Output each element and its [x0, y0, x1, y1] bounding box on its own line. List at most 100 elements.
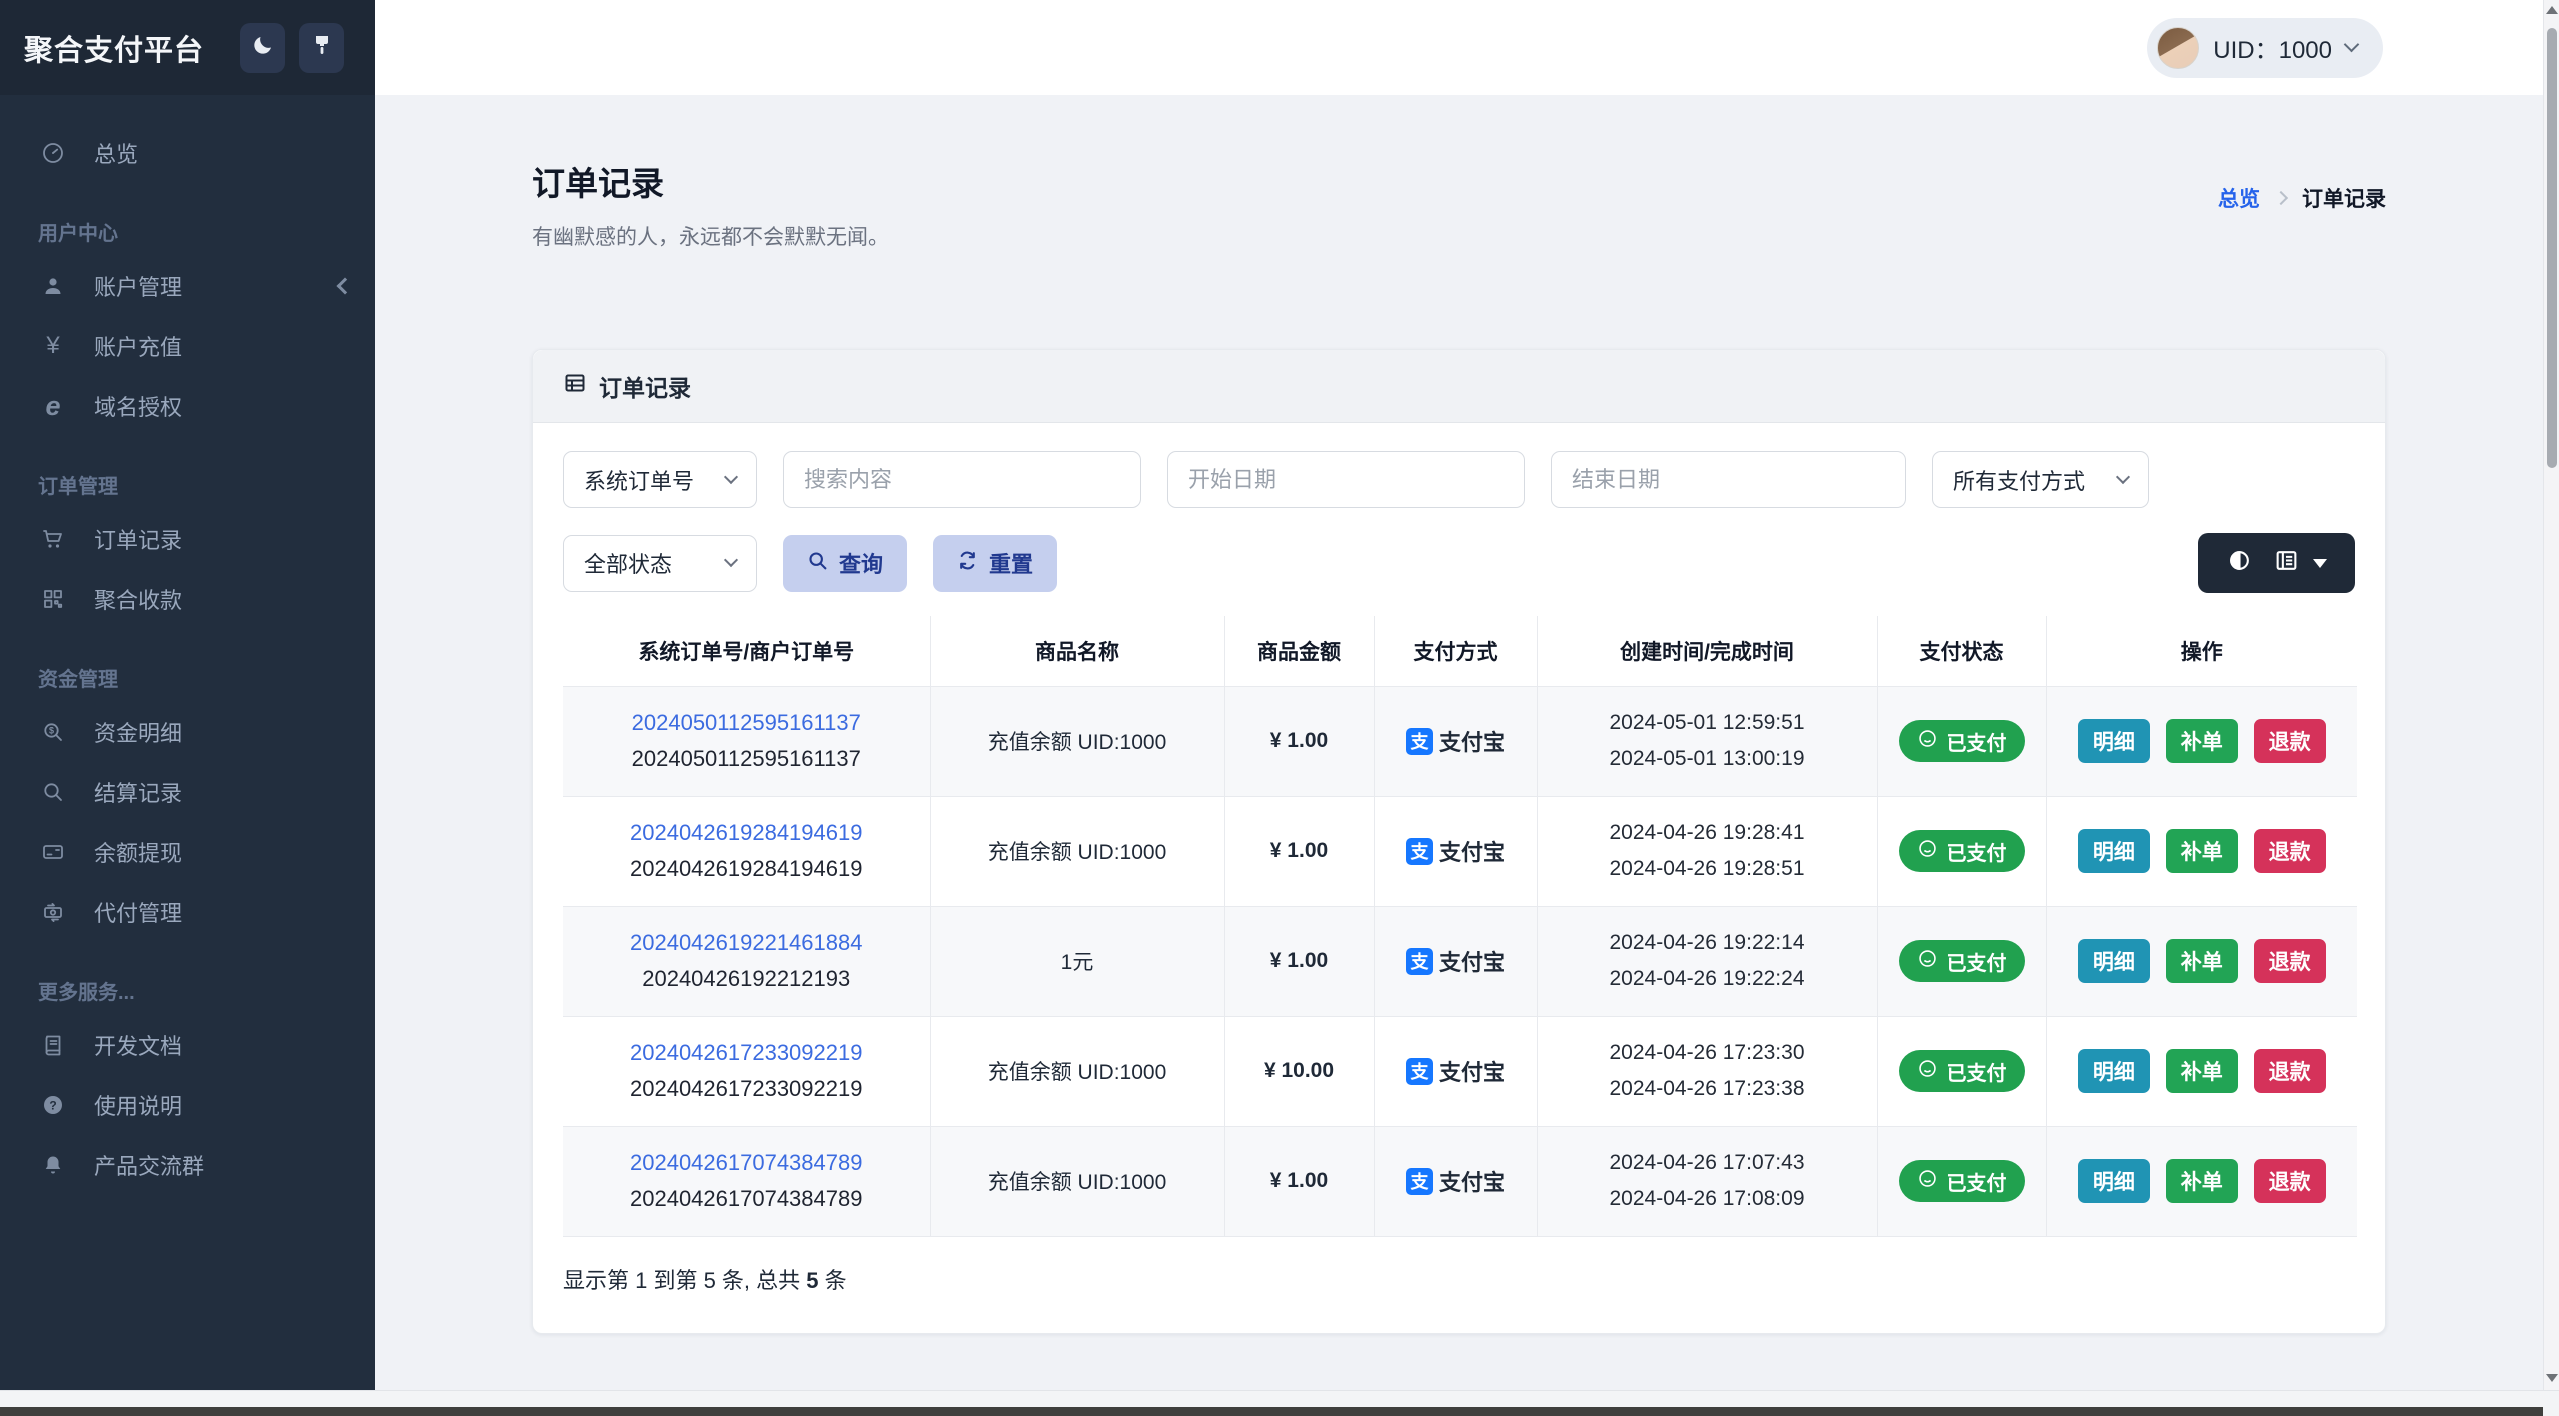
alipay-icon: 支	[1405, 1057, 1433, 1085]
horizontal-scroll-thumb[interactable]	[0, 1407, 2543, 1416]
sidebar-item-label: 域名授权	[94, 395, 183, 420]
status-label: 已支付	[1946, 732, 2007, 755]
sidebar-section-more-services: 更多服务...	[38, 982, 135, 1004]
status-label: 已支付	[1946, 1062, 2007, 1085]
sidebar-item-label: 产品交流群	[94, 1154, 205, 1179]
sidebar-section-user-center: 用户中心	[38, 223, 118, 245]
refund-button[interactable]: 退款	[2253, 1159, 2326, 1203]
replenish-button[interactable]: 补单	[2165, 719, 2238, 763]
user-menu[interactable]: UID：1000	[2147, 17, 2383, 78]
sidebar-item-usage-guide[interactable]: ? 使用说明	[0, 1083, 375, 1127]
sidebar-item-label: 开发文档	[94, 1034, 183, 1059]
sidebar-item-label: 使用说明	[94, 1094, 183, 1119]
vertical-scrollbar[interactable]	[2543, 0, 2559, 1390]
table-view-controls[interactable]	[2198, 533, 2355, 593]
detail-button[interactable]: 明细	[2077, 939, 2150, 983]
system-order-link[interactable]: 2024042619284194619	[573, 820, 920, 846]
sidebar-section-fund-manage: 资金管理	[38, 669, 118, 691]
refund-button[interactable]: 退款	[2253, 1049, 2326, 1093]
system-order-link[interactable]: 2024042617074384789	[573, 1150, 920, 1176]
merchant-order-no: 2024042619284194619	[630, 856, 863, 881]
scroll-up-arrow-icon[interactable]	[2546, 6, 2558, 14]
refund-button[interactable]: 退款	[2253, 939, 2326, 983]
chevron-right-icon	[2273, 190, 2289, 206]
alipay-icon: 支	[1405, 837, 1433, 865]
replenish-button[interactable]: 补单	[2165, 939, 2238, 983]
filter-row-2: 全部状态 查询 重置	[563, 533, 2355, 593]
column-list-icon	[2274, 548, 2299, 578]
completed-time: 2024-04-26 19:28:51	[1609, 857, 1805, 880]
query-button[interactable]: 查询	[783, 534, 908, 592]
sidebar-item-overview[interactable]: 总览	[0, 131, 375, 175]
brush-icon	[310, 33, 334, 62]
search-type-select[interactable]: 系统订单号	[563, 451, 757, 508]
scroll-down-arrow-icon[interactable]	[2546, 1374, 2558, 1382]
pay-method-label: 支付宝	[1438, 840, 1505, 865]
search-input[interactable]	[783, 451, 1141, 508]
sidebar-item-label: 余额提现	[94, 841, 183, 866]
replenish-button[interactable]: 补单	[2165, 829, 2238, 873]
chevron-down-icon	[2115, 469, 2131, 484]
pagination-summary: 显示第 1 到第 5 条, 总共 5 条	[563, 1267, 847, 1293]
search-icon	[807, 550, 828, 577]
sidebar-item-domain-auth[interactable]: e 域名授权	[0, 384, 375, 428]
status-label: 已支付	[1946, 952, 2007, 975]
vertical-scroll-thumb[interactable]	[2547, 28, 2557, 468]
completed-time: 2024-04-26 19:22:24	[1609, 967, 1805, 990]
detail-button[interactable]: 明细	[2077, 829, 2150, 873]
merchant-order-no: 2024042617074384789	[630, 1186, 863, 1211]
table-row: 2024050112595161137 2024050112595161137 …	[563, 686, 2357, 797]
sidebar-item-label: 账户充值	[94, 335, 183, 360]
smiley-icon	[1917, 728, 1938, 755]
sidebar-item-fund-details[interactable]: $ 资金明细	[0, 710, 375, 754]
breadcrumb-home-link[interactable]: 总览	[2218, 183, 2260, 213]
detail-button[interactable]: 明细	[2077, 1049, 2150, 1093]
product-name: 充值余额 UID:1000	[929, 1126, 1224, 1237]
horizontal-scrollbar[interactable]	[0, 1390, 2559, 1416]
created-time: 2024-05-01 12:59:51	[1609, 711, 1805, 735]
start-date-input[interactable]	[1167, 451, 1525, 508]
refund-button[interactable]: 退款	[2253, 719, 2326, 763]
table-body: 2024050112595161137 2024050112595161137 …	[563, 686, 2357, 1237]
status-badge: 已支付	[1898, 830, 2025, 872]
page-title: 订单记录	[532, 165, 664, 202]
theme-skin-button[interactable]	[299, 22, 345, 73]
col-header-pay-method: 支付方式	[1373, 616, 1537, 687]
col-header-actions: 操作	[2045, 616, 2357, 687]
sidebar-item-payout-manage[interactable]: 代付管理	[0, 890, 375, 934]
detail-button[interactable]: 明细	[2077, 1159, 2150, 1203]
chevron-down-icon	[723, 552, 739, 568]
system-order-link[interactable]: 2024042617233092219	[573, 1040, 920, 1066]
reset-button[interactable]: 重置	[933, 534, 1058, 592]
search-type-value: 系统订单号	[584, 468, 695, 494]
sidebar-item-account-recharge[interactable]: ¥ 账户充值	[0, 324, 375, 368]
money-transfer-icon	[38, 899, 68, 925]
status-value: 全部状态	[584, 552, 673, 577]
end-date-input[interactable]	[1551, 451, 1906, 508]
replenish-button[interactable]: 补单	[2165, 1049, 2238, 1093]
pay-method-select[interactable]: 所有支付方式	[1932, 451, 2149, 508]
caret-down-icon	[2312, 558, 2327, 568]
book-icon	[38, 1032, 68, 1058]
smiley-icon	[1917, 948, 1938, 975]
col-header-amount: 商品金额	[1223, 616, 1374, 687]
sidebar-item-balance-withdraw[interactable]: 余额提现	[0, 830, 375, 874]
status-select[interactable]: 全部状态	[563, 534, 757, 592]
dark-mode-button[interactable]	[240, 22, 286, 73]
detail-button[interactable]: 明细	[2077, 719, 2150, 763]
pay-method-label: 支付宝	[1438, 1170, 1505, 1195]
refund-button[interactable]: 退款	[2253, 829, 2326, 873]
cart-icon	[38, 526, 68, 552]
sidebar-item-dev-docs[interactable]: 开发文档	[0, 1023, 375, 1067]
sidebar-item-aggregate-collect[interactable]: 聚合收款	[0, 577, 375, 621]
sidebar-item-product-group[interactable]: 产品交流群	[0, 1143, 375, 1187]
sidebar-item-order-records[interactable]: 订单记录	[0, 517, 375, 561]
completed-time: 2024-05-01 13:00:19	[1609, 747, 1805, 770]
replenish-button[interactable]: 补单	[2165, 1159, 2238, 1203]
system-order-link[interactable]: 2024050112595161137	[573, 710, 920, 736]
col-header-order-no: 系统订单号/商户订单号	[563, 616, 930, 687]
sidebar-item-account-manage[interactable]: 账户管理	[0, 264, 375, 308]
sidebar-item-settlement-records[interactable]: 结算记录	[0, 770, 375, 814]
system-order-link[interactable]: 2024042619221461884	[573, 930, 920, 956]
sidebar-item-label: 订单记录	[94, 528, 183, 553]
